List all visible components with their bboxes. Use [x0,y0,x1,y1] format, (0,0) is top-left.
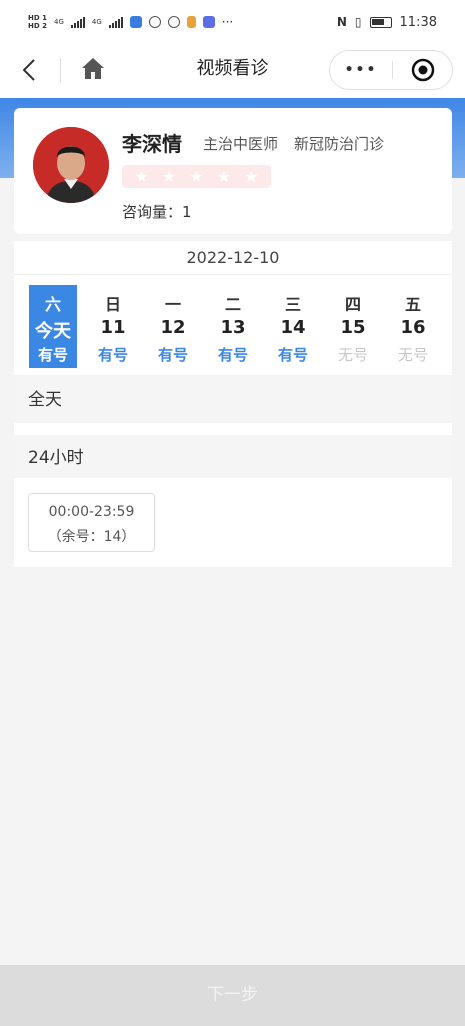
day-date: 16 [400,317,426,338]
doctor-title: 主治中医师 [203,135,279,153]
time-slot-list: 00:00-23:59 （余号：14） [14,478,452,567]
notification-icon [148,16,161,28]
date-selector: 2022-12-10 六 今天 有号 日 11 有号 一 12 有号 二 13 … [14,241,452,375]
more-button[interactable]: ••• [330,51,392,89]
day-weekday: 日 [104,295,121,314]
battery-icon [369,16,392,28]
signal-1-icon [70,16,85,28]
day-tab-today[interactable]: 六 今天 有号 [29,285,77,368]
slot-remaining: （余号：14） [47,529,136,545]
consult-label: 咨询量： [122,203,183,221]
hd-indicator: HD 1 HD 2 [28,14,47,30]
doctor-name: 李深情 [122,132,182,156]
day-availability: 有号 [37,346,68,364]
star-icon: ★ [189,167,204,186]
slot-time: 00:00-23:59 [48,504,135,520]
home-icon [82,58,104,79]
day-weekday: 六 [44,295,61,314]
day-availability: 无号 [337,346,368,364]
status-bar: HD 1 HD 2 4G 4G ··· N ▯ 11:38 [0,0,465,44]
day-tab-15[interactable]: 四 15 无号 [329,285,377,368]
day-weekday: 三 [284,295,301,314]
miniprogram-capsule: ••• [329,50,453,90]
home-button[interactable] [80,54,106,84]
day-weekday: 四 [344,295,361,314]
close-miniprogram-button[interactable] [393,51,453,89]
day-date: 15 [340,317,366,338]
consult-value: 1 [182,203,192,221]
day-date: 12 [160,317,186,338]
24h-label: 24小时 [14,435,452,481]
day-tab-13[interactable]: 二 13 有号 [209,285,257,368]
star-icon: ★ [134,167,149,186]
more-notifications: ··· [221,15,234,29]
person-photo-icon [33,127,109,203]
star-icon: ★ [161,167,177,186]
globe-icon [167,16,180,28]
day-availability: 有号 [217,346,248,364]
signal-2-icon [108,16,123,28]
back-button[interactable] [18,56,42,84]
network-2-label: 4G [91,18,102,26]
nav-bar: 视频看诊 ••• [0,44,465,98]
more-icon: ••• [344,62,378,78]
all-day-label: 全天 [14,377,452,423]
hd2-label: HD 2 [28,22,47,30]
day-date: 13 [220,317,246,338]
consult-count: 咨询量：1 [122,201,192,222]
vibrate-icon: ▯ [354,15,362,29]
day-weekday: 五 [404,295,421,314]
clock: 11:38 [399,14,437,30]
all-day-body [14,423,452,435]
star-icon: ★ [216,167,232,186]
doctor-card: 李深情 主治中医师 新冠防治门诊 ★ ★ ★ ★ ★ 咨询量：1 [14,108,452,234]
doctor-department: 新冠防治门诊 [294,135,385,153]
doctor-avatar [33,127,109,203]
current-date: 2022-12-10 [14,241,452,275]
hd1-label: HD 1 [28,14,47,22]
nav-divider [60,58,61,82]
network-1-label: 4G [53,18,64,26]
day-tab-11[interactable]: 日 11 有号 [89,285,137,368]
target-icon [411,58,435,82]
day-date: 14 [280,317,306,338]
day-availability: 有号 [277,346,308,364]
day-tab-16[interactable]: 五 16 无号 [389,285,437,368]
next-step-button[interactable]: 下一步 [0,965,465,1026]
day-date: 11 [100,317,126,338]
day-availability: 有号 [157,346,188,364]
app-3-icon [202,16,215,28]
day-tab-14[interactable]: 三 14 有号 [269,285,317,368]
app-notification-icon [129,16,142,28]
day-availability: 无号 [397,346,428,364]
day-weekday: 二 [224,295,241,314]
time-slot-option[interactable]: 00:00-23:59 （余号：14） [28,493,155,552]
day-date: 今天 [35,321,71,342]
nfc-icon: N [336,15,347,29]
day-weekday: 一 [164,295,181,314]
rating-stars: ★ ★ ★ ★ ★ [122,165,271,188]
day-tab-12[interactable]: 一 12 有号 [149,285,197,368]
star-icon: ★ [244,167,259,186]
day-availability: 有号 [97,346,128,364]
app-2-icon [186,16,196,28]
back-arrow-icon [22,59,35,81]
